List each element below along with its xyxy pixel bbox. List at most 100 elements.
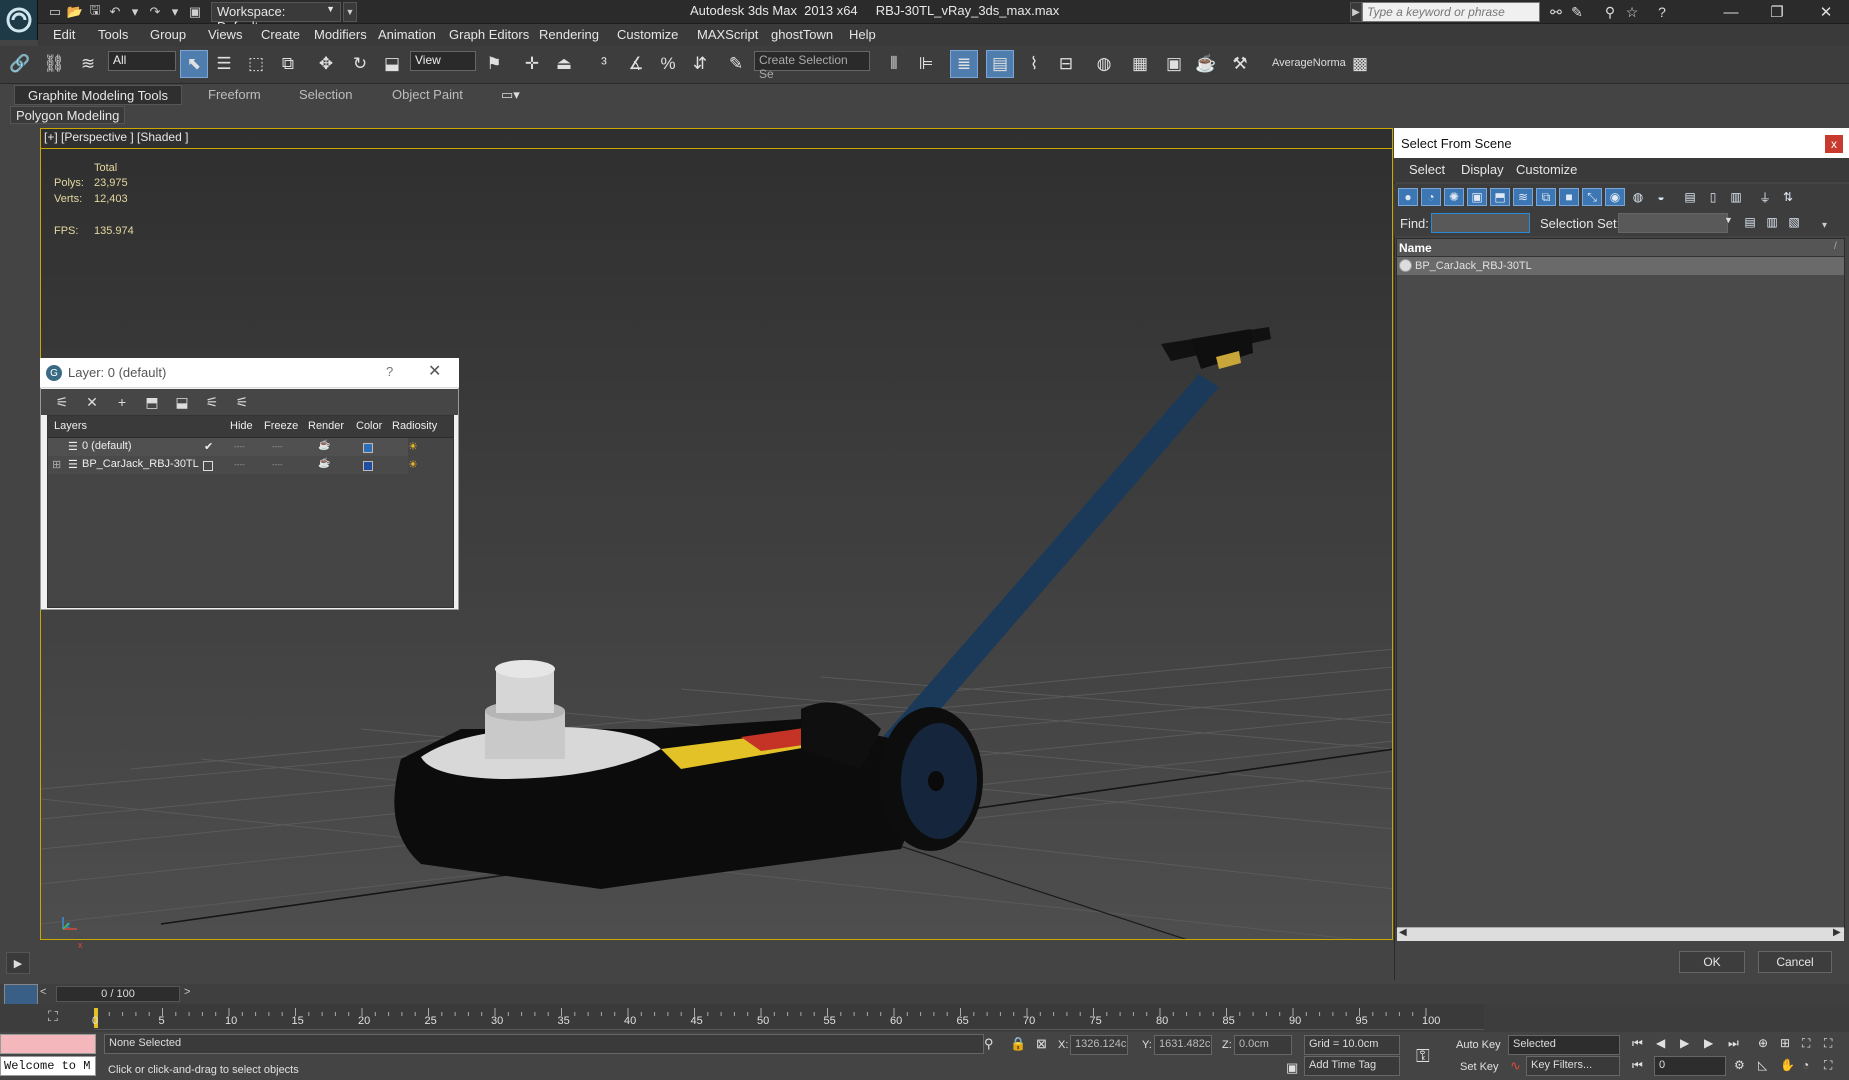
layer-close-button[interactable]: ✕: [428, 361, 441, 381]
maxscript-mini-listener-top[interactable]: [0, 1034, 96, 1054]
expand-track-icon[interactable]: ▶: [6, 952, 30, 974]
menu-help[interactable]: Help: [849, 27, 876, 42]
find-input[interactable]: [1431, 213, 1530, 233]
ribbon-options-icon[interactable]: ▭▾: [501, 87, 520, 103]
select-none-icon[interactable]: ▯: [1703, 188, 1723, 206]
graphite-toggle-icon[interactable]: ▤: [986, 50, 1014, 78]
selection-filter-dropdown[interactable]: All: [108, 51, 176, 71]
panel-options-icon[interactable]: ▾: [1822, 220, 1827, 231]
align-icon[interactable]: ⊫: [912, 50, 940, 78]
select-all-icon[interactable]: ▤: [1680, 188, 1700, 206]
average-normals-label[interactable]: AverageNorma: [1272, 57, 1346, 69]
display-containers-icon[interactable]: ◉: [1605, 188, 1625, 206]
key-filters-button[interactable]: Key Filters...: [1526, 1056, 1620, 1076]
curve-editor-icon[interactable]: ⌇: [1020, 50, 1048, 78]
key-curve-icon[interactable]: ∿: [1510, 1058, 1521, 1074]
col-radiosity[interactable]: Radiosity: [392, 420, 437, 432]
pan-view-icon[interactable]: ✋: [1780, 1058, 1795, 1072]
layer-manager-icon[interactable]: ≣: [950, 50, 978, 78]
display-helpers-icon[interactable]: ⬒: [1490, 188, 1510, 206]
render-production-icon[interactable]: ☕: [1192, 50, 1220, 78]
horizontal-scrollbar[interactable]: [1397, 927, 1844, 941]
menu-tools[interactable]: Tools: [98, 27, 128, 42]
select-and-link-icon[interactable]: 🔗: [6, 50, 34, 78]
display-frozen-icon[interactable]: ◍: [1628, 188, 1648, 206]
undo-icon[interactable]: ↶: [106, 3, 124, 21]
sort-icon[interactable]: ⇅: [1778, 188, 1798, 206]
rectangular-selection-icon[interactable]: ⬚: [242, 50, 270, 78]
display-hidden-icon[interactable]: ◒: [1651, 188, 1671, 206]
add-to-layer-icon[interactable]: +: [112, 392, 132, 412]
chevron-down-icon[interactable]: ▼: [1724, 215, 1733, 225]
polygon-modeling-panel[interactable]: Polygon Modeling: [10, 106, 126, 124]
ref-coord-dropdown[interactable]: View: [410, 51, 476, 71]
display-groups-icon[interactable]: ⧉: [1536, 188, 1556, 206]
subscription-icon[interactable]: ✎: [1567, 3, 1587, 21]
menu-edit[interactable]: Edit: [53, 27, 75, 42]
viewport-label-menu[interactable]: [+] [Perspective ] [Shaded ]: [44, 130, 188, 144]
layer-color-swatch[interactable]: [363, 461, 373, 471]
new-file-icon[interactable]: ▭: [46, 3, 64, 21]
menu-group[interactable]: Group: [150, 27, 186, 42]
z-coord-field[interactable]: 0.0cm: [1234, 1035, 1292, 1055]
mirror-icon[interactable]: ⫴: [880, 50, 908, 78]
bind-space-warp-icon[interactable]: ≋: [74, 50, 102, 78]
render-teapot-icon[interactable]: ☕: [318, 440, 330, 451]
sfs-object-list[interactable]: [1396, 238, 1845, 928]
unlink-selection-icon[interactable]: ⛓: [40, 50, 68, 78]
maxscript-mini-listener[interactable]: Welcome to M: [0, 1056, 96, 1076]
select-by-name-icon[interactable]: ☰: [210, 50, 238, 78]
keyboard-shortcut-override-icon[interactable]: ⏏: [550, 50, 578, 78]
menu-graph-editors[interactable]: Graph Editors: [449, 27, 529, 42]
named-selection-set-dropdown[interactable]: Create Selection Se: [754, 51, 870, 81]
scroll-left-icon[interactable]: ◀: [1399, 927, 1407, 938]
render-setup-icon[interactable]: ▦: [1126, 50, 1154, 78]
highlight-layer-icon[interactable]: ⬓: [172, 392, 192, 412]
ribbon-tab-selection[interactable]: Selection: [299, 87, 352, 102]
spinner-snap-icon[interactable]: ⇵: [686, 50, 714, 78]
infocenter-search-input[interactable]: Type a keyword or phrase: [1362, 2, 1540, 22]
select-invert-icon[interactable]: ▥: [1726, 188, 1746, 206]
percent-snap-icon[interactable]: %: [654, 50, 682, 78]
hide-toggle[interactable]: ----: [234, 442, 245, 451]
time-slider-next-icon[interactable]: >: [184, 986, 190, 998]
select-manipulate-icon[interactable]: ✛: [518, 50, 546, 78]
app-logo-button[interactable]: [0, 0, 38, 40]
open-file-icon[interactable]: 📂: [66, 3, 84, 21]
freeze-toggle[interactable]: ----: [272, 460, 283, 469]
column-resize-icon[interactable]: /: [1834, 241, 1837, 252]
delete-layer-icon[interactable]: ✕: [82, 392, 102, 412]
key-mode-toggle-icon[interactable]: ⏮: [1632, 1058, 1643, 1073]
active-layer-check-icon[interactable]: ✔: [204, 440, 213, 453]
sfs-menu-display[interactable]: Display: [1461, 162, 1504, 177]
radiosity-sun-icon[interactable]: ☀: [408, 440, 418, 453]
checker-icon[interactable]: ▩: [1346, 50, 1374, 78]
edit-set-icon[interactable]: ▥: [1762, 213, 1782, 231]
cancel-button[interactable]: Cancel: [1758, 951, 1832, 973]
col-color[interactable]: Color: [356, 420, 382, 432]
project-folder-icon[interactable]: ▣: [186, 3, 204, 21]
select-object-icon[interactable]: ⬉: [180, 50, 208, 78]
col-freeze[interactable]: Freeze: [264, 420, 298, 432]
menu-views[interactable]: Views: [208, 27, 242, 42]
sfs-close-button[interactable]: x: [1825, 135, 1843, 153]
auto-key-button[interactable]: Auto Key: [1456, 1039, 1501, 1051]
y-coord-field[interactable]: 1631.482c: [1154, 1035, 1212, 1055]
redo-dropdown-icon[interactable]: ▾: [166, 3, 184, 21]
display-spacewarps-icon[interactable]: ≋: [1513, 188, 1533, 206]
display-cameras-icon[interactable]: ▣: [1467, 188, 1487, 206]
redo-icon[interactable]: ↷: [146, 3, 164, 21]
display-lights-icon[interactable]: ✺: [1444, 188, 1464, 206]
undo-dropdown-icon[interactable]: ▾: [126, 3, 144, 21]
window-crossing-icon[interactable]: ⧉: [274, 50, 302, 78]
add-time-tag-button[interactable]: Add Time Tag: [1304, 1056, 1400, 1076]
time-slider[interactable]: 0 / 100: [56, 986, 180, 1002]
selection-set-dropdown[interactable]: [1618, 213, 1728, 233]
play-icon[interactable]: ▶: [1680, 1036, 1689, 1050]
ribbon-tab-freeform[interactable]: Freeform: [208, 87, 261, 102]
display-xrefs-icon[interactable]: ■: [1559, 188, 1579, 206]
zoom-extents-icon[interactable]: ⛶: [1802, 1036, 1810, 1051]
hide-all-layers-icon[interactable]: ⚟: [202, 392, 222, 412]
pivot-point-icon[interactable]: ⚑: [480, 50, 508, 78]
col-hide[interactable]: Hide: [230, 420, 253, 432]
